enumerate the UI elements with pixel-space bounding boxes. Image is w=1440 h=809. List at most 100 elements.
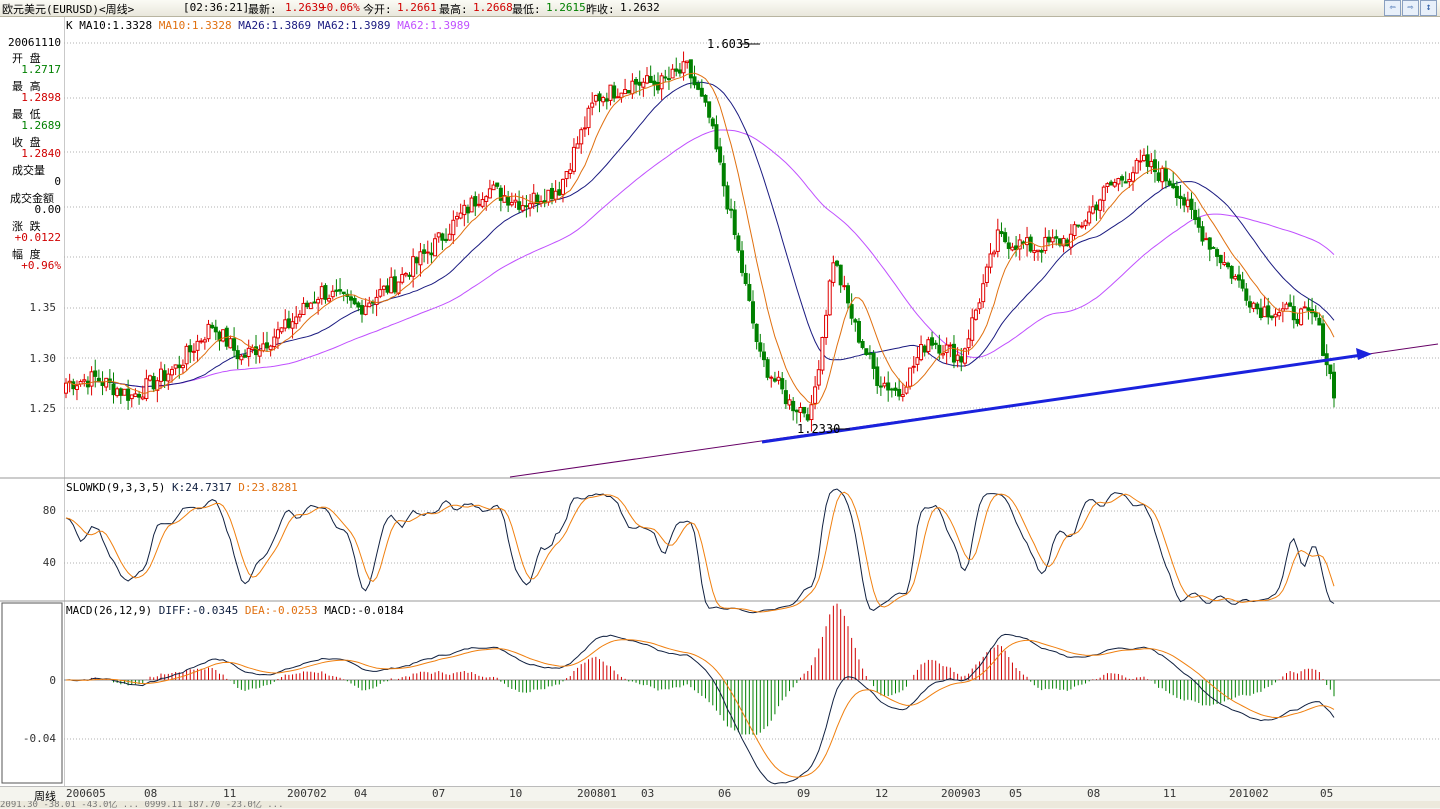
candle-body xyxy=(1273,313,1278,318)
candle-body xyxy=(495,182,500,187)
candle-body xyxy=(710,118,715,127)
candle-body xyxy=(765,359,770,378)
candle-body xyxy=(805,414,810,421)
candle-body xyxy=(794,409,799,413)
candle-body xyxy=(736,235,741,251)
candle-body xyxy=(1087,211,1092,224)
candle-body xyxy=(484,196,489,202)
candle-body xyxy=(1321,323,1326,356)
candle-body xyxy=(970,317,975,341)
candle-body xyxy=(1127,178,1132,183)
candle-body xyxy=(564,171,569,180)
candle-body xyxy=(1240,279,1245,289)
candle-body xyxy=(334,289,339,292)
candle-body xyxy=(703,94,708,103)
candle-body xyxy=(451,219,456,236)
candle-body xyxy=(374,296,379,305)
candle-body xyxy=(835,260,840,266)
candle-body xyxy=(104,377,109,388)
candle-body xyxy=(162,370,167,382)
candle-body xyxy=(827,280,832,316)
candle-body xyxy=(743,272,748,284)
candle-body xyxy=(1215,249,1220,257)
macd-diff-series xyxy=(65,633,1335,785)
candle-body xyxy=(1262,306,1267,318)
candle-body xyxy=(718,146,723,163)
candle-body xyxy=(1317,317,1322,326)
candle-body xyxy=(677,69,682,74)
candle-body xyxy=(166,373,171,382)
candle-body xyxy=(758,342,763,352)
kd-d-series xyxy=(65,491,1335,613)
candle-body xyxy=(560,178,565,195)
candle-body xyxy=(1068,233,1073,248)
candle-body xyxy=(528,203,533,209)
candle-body xyxy=(612,85,617,99)
candle-body xyxy=(199,340,204,343)
x-tick-label: 200903 xyxy=(941,787,981,800)
candle-body xyxy=(202,339,207,343)
candle-body xyxy=(411,256,416,277)
candle-body xyxy=(707,101,712,118)
candle-body xyxy=(232,338,237,351)
candle-body xyxy=(308,302,313,310)
candle-body xyxy=(1207,237,1212,250)
candle-body xyxy=(392,276,397,293)
candle-body xyxy=(440,233,445,241)
candle-body xyxy=(659,75,664,90)
candle-body xyxy=(436,232,441,238)
candle-body xyxy=(447,233,452,241)
candle-body xyxy=(688,59,693,79)
candle-body xyxy=(363,305,368,315)
candle-body xyxy=(422,249,427,254)
candle-body xyxy=(1076,224,1081,227)
candle-body xyxy=(615,96,620,99)
candle-body xyxy=(1269,315,1274,319)
x-tick-label: 05 xyxy=(1009,787,1023,800)
chart-canvas[interactable]: 1.6035 1.2330 xyxy=(0,0,1440,808)
candle-body xyxy=(787,399,792,406)
candle-body xyxy=(341,291,346,295)
candle-body xyxy=(520,205,525,211)
candle-body xyxy=(824,314,829,338)
candle-body xyxy=(988,253,993,268)
candle-body xyxy=(1328,364,1333,375)
candle-body xyxy=(904,386,909,394)
candle-body xyxy=(922,345,927,353)
candle-body xyxy=(878,385,883,388)
candle-body xyxy=(330,290,335,298)
candlesticks xyxy=(64,51,1336,432)
candle-body xyxy=(696,82,701,90)
candle-body xyxy=(568,169,573,174)
candle-body xyxy=(933,342,938,345)
candle-body xyxy=(469,197,474,213)
candle-body xyxy=(517,201,522,210)
candle-body xyxy=(228,338,233,349)
candle-body xyxy=(955,354,960,361)
candle-body xyxy=(301,302,306,316)
candle-body xyxy=(732,209,737,236)
candle-body xyxy=(1032,250,1037,254)
candle-body xyxy=(882,382,887,387)
candle-body xyxy=(670,68,675,79)
candle-body xyxy=(1295,318,1300,324)
candle-body xyxy=(180,364,185,369)
candle-body xyxy=(900,394,905,397)
candle-body xyxy=(601,97,606,103)
candle-body xyxy=(279,327,284,333)
candle-body xyxy=(74,385,79,390)
candle-body xyxy=(1046,236,1051,243)
candle-body xyxy=(137,393,142,398)
candle-body xyxy=(111,383,116,396)
candle-body xyxy=(1054,236,1059,239)
candle-body xyxy=(1313,312,1318,318)
trough-annotation: 1.2330 xyxy=(797,422,840,436)
candle-body xyxy=(1247,301,1252,308)
candle-body xyxy=(1138,160,1143,163)
candle-body xyxy=(243,354,248,358)
candle-body xyxy=(1302,306,1307,309)
candle-body xyxy=(381,285,386,290)
candle-body xyxy=(1182,197,1187,206)
candle-body xyxy=(856,321,861,343)
candle-body xyxy=(754,323,759,343)
